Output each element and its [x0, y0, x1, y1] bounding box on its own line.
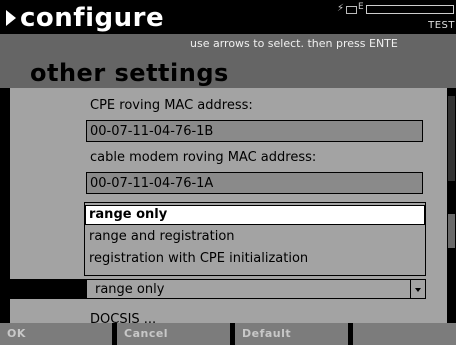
- status-indicators: ⚡ E TEST: [337, 2, 456, 31]
- scrollbar[interactable]: [447, 88, 456, 323]
- settings-panel: CPE roving MAC address: 00-07-11-04-76-1…: [0, 88, 456, 323]
- status-letter: E: [358, 2, 364, 12]
- screen: configure ⚡ E TEST use arrows to select.…: [0, 0, 456, 345]
- page-header: use arrows to select. then press ENTE ot…: [0, 34, 456, 88]
- softkey-4-button[interactable]: [353, 323, 456, 345]
- bolt-icon: ⚡: [337, 3, 345, 14]
- dropdown-option-selected[interactable]: range only: [85, 205, 425, 225]
- ranging-mode-select[interactable]: range only: [86, 279, 426, 299]
- dropdown-list[interactable]: range only range and registration regist…: [84, 202, 426, 276]
- chevron-down-icon: [415, 288, 421, 292]
- dropdown-option[interactable]: registration with CPE initialization: [85, 249, 425, 269]
- default-button[interactable]: Default: [235, 323, 348, 345]
- cpe-mac-label: CPE roving MAC address:: [90, 98, 253, 113]
- scrollbar-thumb[interactable]: [448, 214, 455, 248]
- next-setting-label: DOCSIS ...: [90, 312, 157, 323]
- cm-mac-field[interactable]: 00-07-11-04-76-1A: [86, 172, 423, 194]
- cpe-mac-field[interactable]: 00-07-11-04-76-1B: [86, 120, 423, 142]
- softkey-label: Cancel: [124, 327, 169, 340]
- right-arrow-icon: [6, 10, 16, 26]
- option-label: range only: [89, 207, 168, 222]
- cm-mac-value: 00-07-11-04-76-1A: [90, 176, 214, 191]
- select-value: range only: [95, 282, 165, 297]
- plug-icon: [346, 6, 357, 14]
- cpe-mac-value: 00-07-11-04-76-1B: [90, 124, 214, 139]
- app-title: configure: [20, 3, 165, 33]
- softkey-bar: OK Cancel Default: [0, 323, 456, 345]
- softkey-label: Default: [242, 327, 292, 340]
- dropdown-arrow-icon[interactable]: [410, 280, 425, 298]
- cm-mac-label: cable modem roving MAC address:: [90, 150, 317, 165]
- cancel-button[interactable]: Cancel: [117, 323, 230, 345]
- row-focus-indicator: [10, 279, 86, 299]
- ok-button[interactable]: OK: [0, 323, 112, 345]
- dropdown-option[interactable]: range and registration: [85, 227, 425, 247]
- option-label: registration with CPE initialization: [89, 251, 309, 266]
- battery-icon: [366, 5, 454, 14]
- softkey-label: OK: [7, 327, 26, 340]
- scrollbar-track-dark: [448, 96, 455, 181]
- left-margin-bar: [0, 88, 10, 323]
- option-label: range and registration: [89, 229, 235, 244]
- instruction-text: use arrows to select. then press ENTE: [190, 37, 398, 50]
- mode-label: TEST: [428, 20, 455, 31]
- section-title: other settings: [30, 59, 229, 87]
- title-bar: configure ⚡ E TEST: [0, 0, 456, 34]
